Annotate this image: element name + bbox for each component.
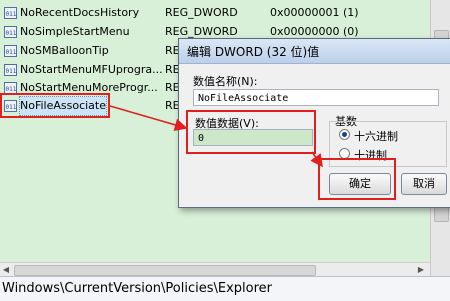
svg-text:011: 011 [6, 11, 17, 18]
registry-row[interactable]: 011 NoRecentDocsHistory REG_DWORD 0x0000… [0, 4, 430, 22]
registry-row-name: NoSMBalloonTip [20, 44, 109, 57]
reg-dword-icon: 011 [4, 26, 17, 38]
registry-row-name: NoRecentDocsHistory [20, 6, 140, 19]
hex-radio-label[interactable]: 十六进制 [354, 128, 398, 144]
cancel-button[interactable]: 取消 [401, 173, 447, 195]
highlight-box-value-data [186, 110, 316, 154]
reg-dword-icon: 011 [4, 64, 17, 76]
registry-row-type: REG_DWORD [165, 6, 238, 19]
svg-text:011: 011 [6, 49, 17, 56]
status-path: Windows\CurrentVersion\Policies\Explorer [2, 281, 273, 296]
scroll-right-icon[interactable]: ▶ [416, 265, 426, 275]
reg-dword-icon: 011 [4, 7, 17, 19]
status-bar: Windows\CurrentVersion\Policies\Explorer [0, 276, 450, 301]
hex-radio[interactable] [339, 129, 350, 140]
highlight-box-ok-button [318, 158, 396, 200]
value-name-field[interactable]: NoFileAssociate [193, 89, 439, 106]
registry-row-name: NoSimpleStartMenu [20, 25, 130, 38]
horizontal-scrollbar[interactable]: ◀ ▶ [0, 262, 430, 277]
dialog-title: 编辑 DWORD (32 位)值 [187, 45, 320, 59]
reg-dword-icon: 011 [4, 45, 17, 57]
svg-text:011: 011 [6, 86, 17, 93]
scroll-left-icon[interactable]: ◀ [1, 265, 11, 275]
value-name-label: 数值名称(N): [193, 75, 258, 88]
registry-row-name: NoStartMenuMFUprogra... [20, 63, 163, 76]
highlight-box-value-name [0, 93, 110, 118]
dialog-title-bar[interactable]: 编辑 DWORD (32 位)值 [179, 39, 450, 64]
horizontal-scroll-thumb[interactable] [14, 265, 316, 276]
svg-text:011: 011 [6, 30, 17, 37]
svg-text:011: 011 [6, 68, 17, 75]
registry-row-value: 0x00000001 (1) [270, 6, 359, 19]
